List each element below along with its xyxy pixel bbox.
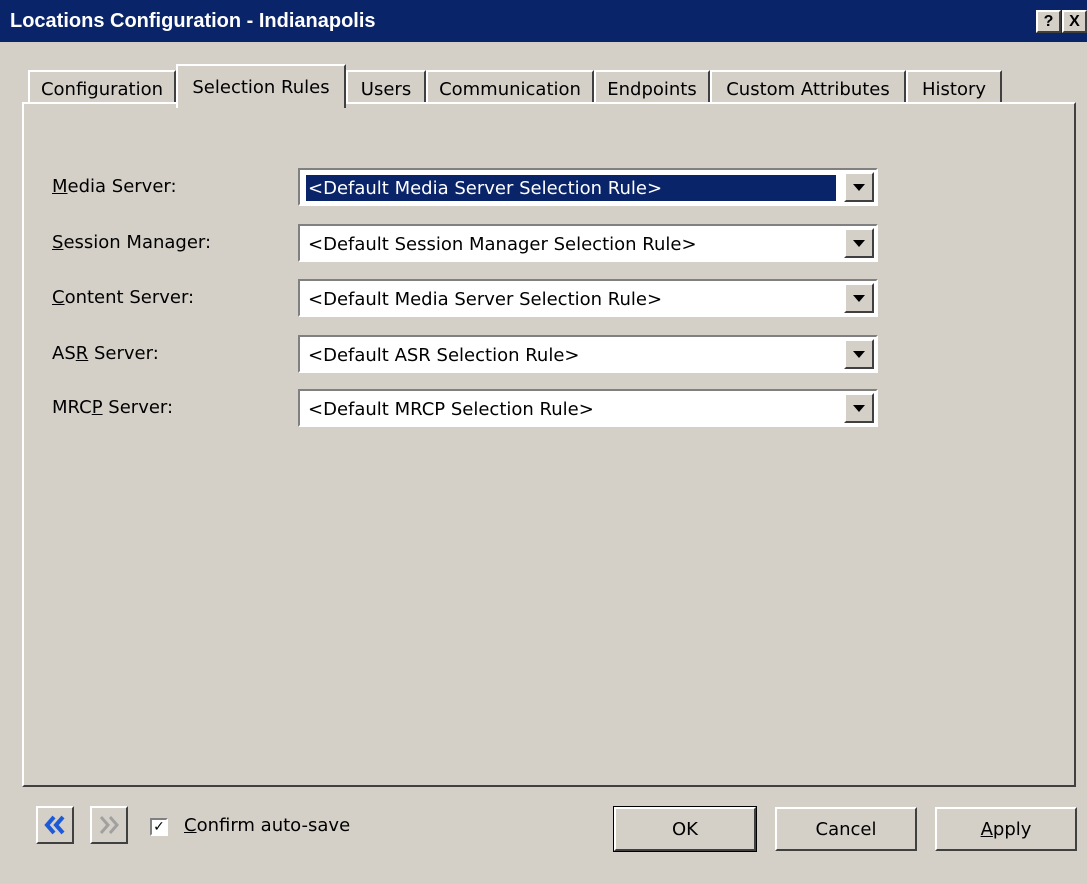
close-button[interactable]: X (1062, 10, 1087, 33)
dropdown-arrow-button[interactable] (844, 393, 874, 423)
window-title: Locations Configuration - Indianapolis (10, 9, 376, 32)
content-server-label: Content Server: (52, 287, 195, 308)
tab-users[interactable]: Users (346, 70, 426, 106)
chevron-down-icon (853, 294, 865, 302)
chevron-down-icon (853, 183, 865, 191)
media-server-value: <Default Media Server Selection Rule> (305, 174, 837, 202)
chevron-down-icon (853, 404, 865, 412)
checkmark-icon: ✓ (153, 819, 165, 835)
mrcp-server-dropdown[interactable]: <Default MRCP Selection Rule> (298, 389, 878, 427)
chevron-down-icon (853, 350, 865, 358)
dropdown-arrow-button[interactable] (844, 228, 874, 258)
tab-endpoints[interactable]: Endpoints (594, 70, 710, 106)
tab-communication[interactable]: Communication (426, 70, 594, 106)
confirm-auto-save-checkbox[interactable]: ✓ (150, 818, 168, 836)
dropdown-arrow-button[interactable] (844, 172, 874, 202)
asr-server-dropdown[interactable]: <Default ASR Selection Rule> (298, 335, 878, 373)
content-server-value: <Default Media Server Selection Rule> (308, 288, 663, 310)
confirm-auto-save-label[interactable]: Confirm auto-save (184, 815, 350, 836)
session-manager-value: <Default Session Manager Selection Rule> (308, 233, 697, 255)
media-server-dropdown[interactable]: <Default Media Server Selection Rule> (298, 168, 878, 206)
session-manager-dropdown[interactable]: <Default Session Manager Selection Rule> (298, 224, 878, 262)
dropdown-arrow-button[interactable] (844, 339, 874, 369)
session-manager-label: Session Manager: (52, 232, 212, 253)
media-server-label: Media Server: (52, 176, 177, 197)
tab-custom-attributes[interactable]: Custom Attributes (710, 70, 906, 106)
double-chevron-right-icon (99, 816, 119, 834)
tab-history[interactable]: History (906, 70, 1002, 106)
asr-server-label: ASR Server: (52, 343, 159, 364)
tab-selection-rules[interactable]: Selection Rules (176, 64, 346, 108)
dropdown-arrow-button[interactable] (844, 283, 874, 313)
mrcp-server-label: MRCP Server: (52, 397, 174, 418)
chevron-down-icon (853, 239, 865, 247)
asr-server-value: <Default ASR Selection Rule> (308, 344, 580, 366)
content-server-dropdown[interactable]: <Default Media Server Selection Rule> (298, 279, 878, 317)
previous-button[interactable] (36, 806, 74, 844)
cancel-button[interactable]: Cancel (775, 807, 917, 851)
tab-configuration[interactable]: Configuration (28, 70, 176, 106)
mrcp-server-value: <Default MRCP Selection Rule> (308, 398, 594, 420)
help-button[interactable]: ? (1036, 10, 1061, 33)
title-bar[interactable]: Locations Configuration - Indianapolis ?… (0, 0, 1087, 42)
next-button[interactable] (90, 806, 128, 844)
ok-button[interactable]: OK (613, 806, 757, 852)
apply-button[interactable]: Apply (935, 807, 1077, 851)
double-chevron-left-icon (44, 815, 65, 835)
